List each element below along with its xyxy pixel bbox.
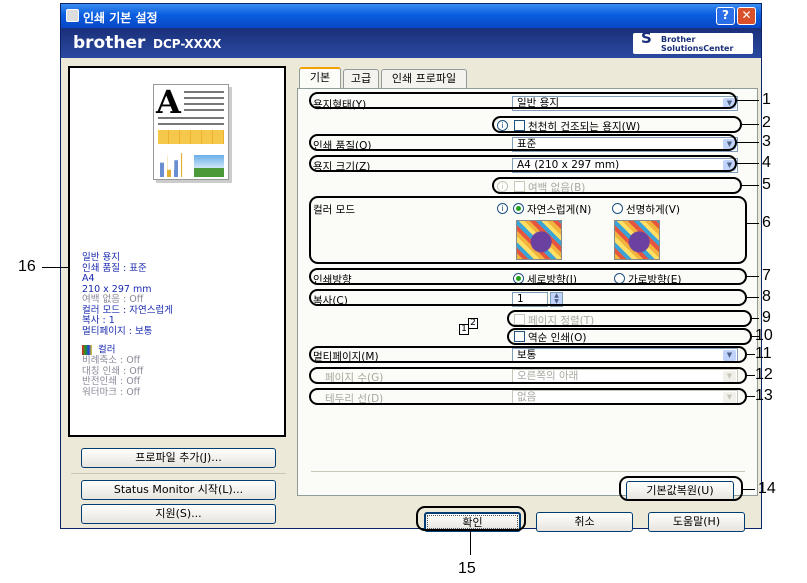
callout-number: 1 (762, 91, 771, 108)
callout-oval (309, 289, 747, 306)
table-graphic (158, 130, 224, 144)
title-bar: 인쇄 기본 설정 ? ✕ (61, 4, 761, 28)
callout-oval (507, 328, 752, 345)
callout-number: 16 (18, 258, 36, 275)
callout-oval (507, 310, 752, 327)
callout-number: 9 (762, 309, 771, 326)
summary-line: 일반 용지 (82, 252, 120, 263)
preview-area: A 일반 용지 인쇄 품질 : 표준 A4 210 x 297 mm 여백 없음… (68, 66, 286, 437)
color-label: 컬러 (98, 344, 116, 356)
brand-bar: brother DCP-XXXX S Brother SolutionsCent… (61, 28, 761, 58)
summary-line: 반전인쇄 : Off (82, 376, 141, 387)
callout-line (752, 318, 759, 319)
bar-chart-graphic (160, 153, 183, 177)
window-title: 인쇄 기본 설정 (83, 11, 158, 25)
summary-line: 복사 : 1 (82, 315, 115, 326)
callout-line (737, 142, 759, 143)
callout-oval (416, 506, 526, 531)
callout-number: 13 (755, 387, 773, 404)
callout-oval (309, 134, 737, 151)
summary-line: 멀티페이지 : 보통 (82, 325, 153, 337)
summary-line: 인쇄 품질 : 표준 (82, 262, 147, 274)
brother-logo: brother (73, 33, 146, 53)
callout-number: 15 (458, 560, 476, 577)
callout-number: 5 (762, 176, 771, 193)
preview-settings-summary: 일반 용지 인쇄 품질 : 표준 A4 210 x 297 mm 여백 없음 :… (82, 252, 173, 398)
tab-print-profiles[interactable]: 인쇄 프로파일 (381, 69, 467, 88)
callout-line (743, 489, 755, 490)
callout-number: 6 (762, 214, 771, 231)
callout-line (742, 185, 759, 186)
summary-line: 비례축소 : Off (82, 355, 141, 366)
callout-oval (309, 155, 737, 172)
callout-oval (309, 196, 747, 264)
callout-oval (492, 177, 742, 194)
printer-icon (66, 9, 79, 22)
callout-line (747, 276, 759, 277)
tab-basic[interactable]: 기본 (299, 67, 341, 88)
close-button[interactable]: ✕ (737, 7, 756, 25)
callout-number: 12 (755, 366, 773, 383)
callout-number: 7 (762, 267, 771, 284)
callout-number: 4 (762, 154, 771, 171)
support-button[interactable]: 지원(S)... (81, 504, 276, 524)
callout-line (42, 267, 68, 268)
photo-graphic (194, 155, 224, 177)
help-button[interactable]: 도움말(H) (648, 512, 745, 532)
solutions-center-line1: Brother (661, 35, 696, 44)
callout-oval (309, 268, 747, 285)
tab-advanced[interactable]: 고급 (343, 69, 379, 88)
callout-oval (309, 367, 747, 384)
add-profile-button[interactable]: 프로파일 추가(J)... (81, 448, 276, 468)
status-monitor-button[interactable]: Status Monitor 시작(L)... (81, 480, 276, 500)
callout-line (747, 375, 755, 376)
callout-oval (309, 92, 737, 109)
callout-number: 2 (762, 114, 771, 131)
solutions-center-button[interactable]: S Brother SolutionsCenter (633, 29, 753, 54)
solutions-center-line2: SolutionsCenter (661, 44, 734, 53)
print-preferences-window: 인쇄 기본 설정 ? ✕ brother DCP-XXXX S Brother … (60, 3, 762, 532)
callout-line (737, 100, 759, 101)
page-preview-thumbnail: A (153, 84, 229, 180)
cancel-button[interactable]: 취소 (536, 512, 633, 532)
color-icon (82, 345, 92, 355)
help-title-button[interactable]: ? (716, 7, 735, 25)
callout-number: 3 (762, 133, 771, 150)
callout-oval (492, 116, 742, 133)
callout-oval (309, 388, 747, 405)
callout-line (747, 354, 755, 355)
callout-line (742, 124, 759, 125)
solutions-center-icon: S (641, 29, 652, 47)
callout-number: 11 (755, 345, 772, 362)
callout-line (747, 396, 755, 397)
page-order-icon-2: 2 (468, 318, 478, 329)
callout-line (737, 163, 759, 164)
callout-oval (619, 476, 743, 501)
callout-line (747, 223, 759, 224)
callout-number: 10 (755, 327, 773, 344)
model-name: DCP-XXXX (153, 37, 222, 51)
letter-a-icon: A (156, 83, 181, 121)
callout-line (470, 531, 471, 555)
callout-number: 8 (762, 288, 771, 305)
callout-oval (309, 346, 747, 363)
callout-number: 14 (758, 480, 776, 497)
summary-line: A4 (82, 273, 95, 284)
callout-line (747, 297, 759, 298)
summary-line: 워터마크 : Off (82, 386, 141, 398)
summary-line: 여백 없음 : Off (82, 294, 144, 305)
